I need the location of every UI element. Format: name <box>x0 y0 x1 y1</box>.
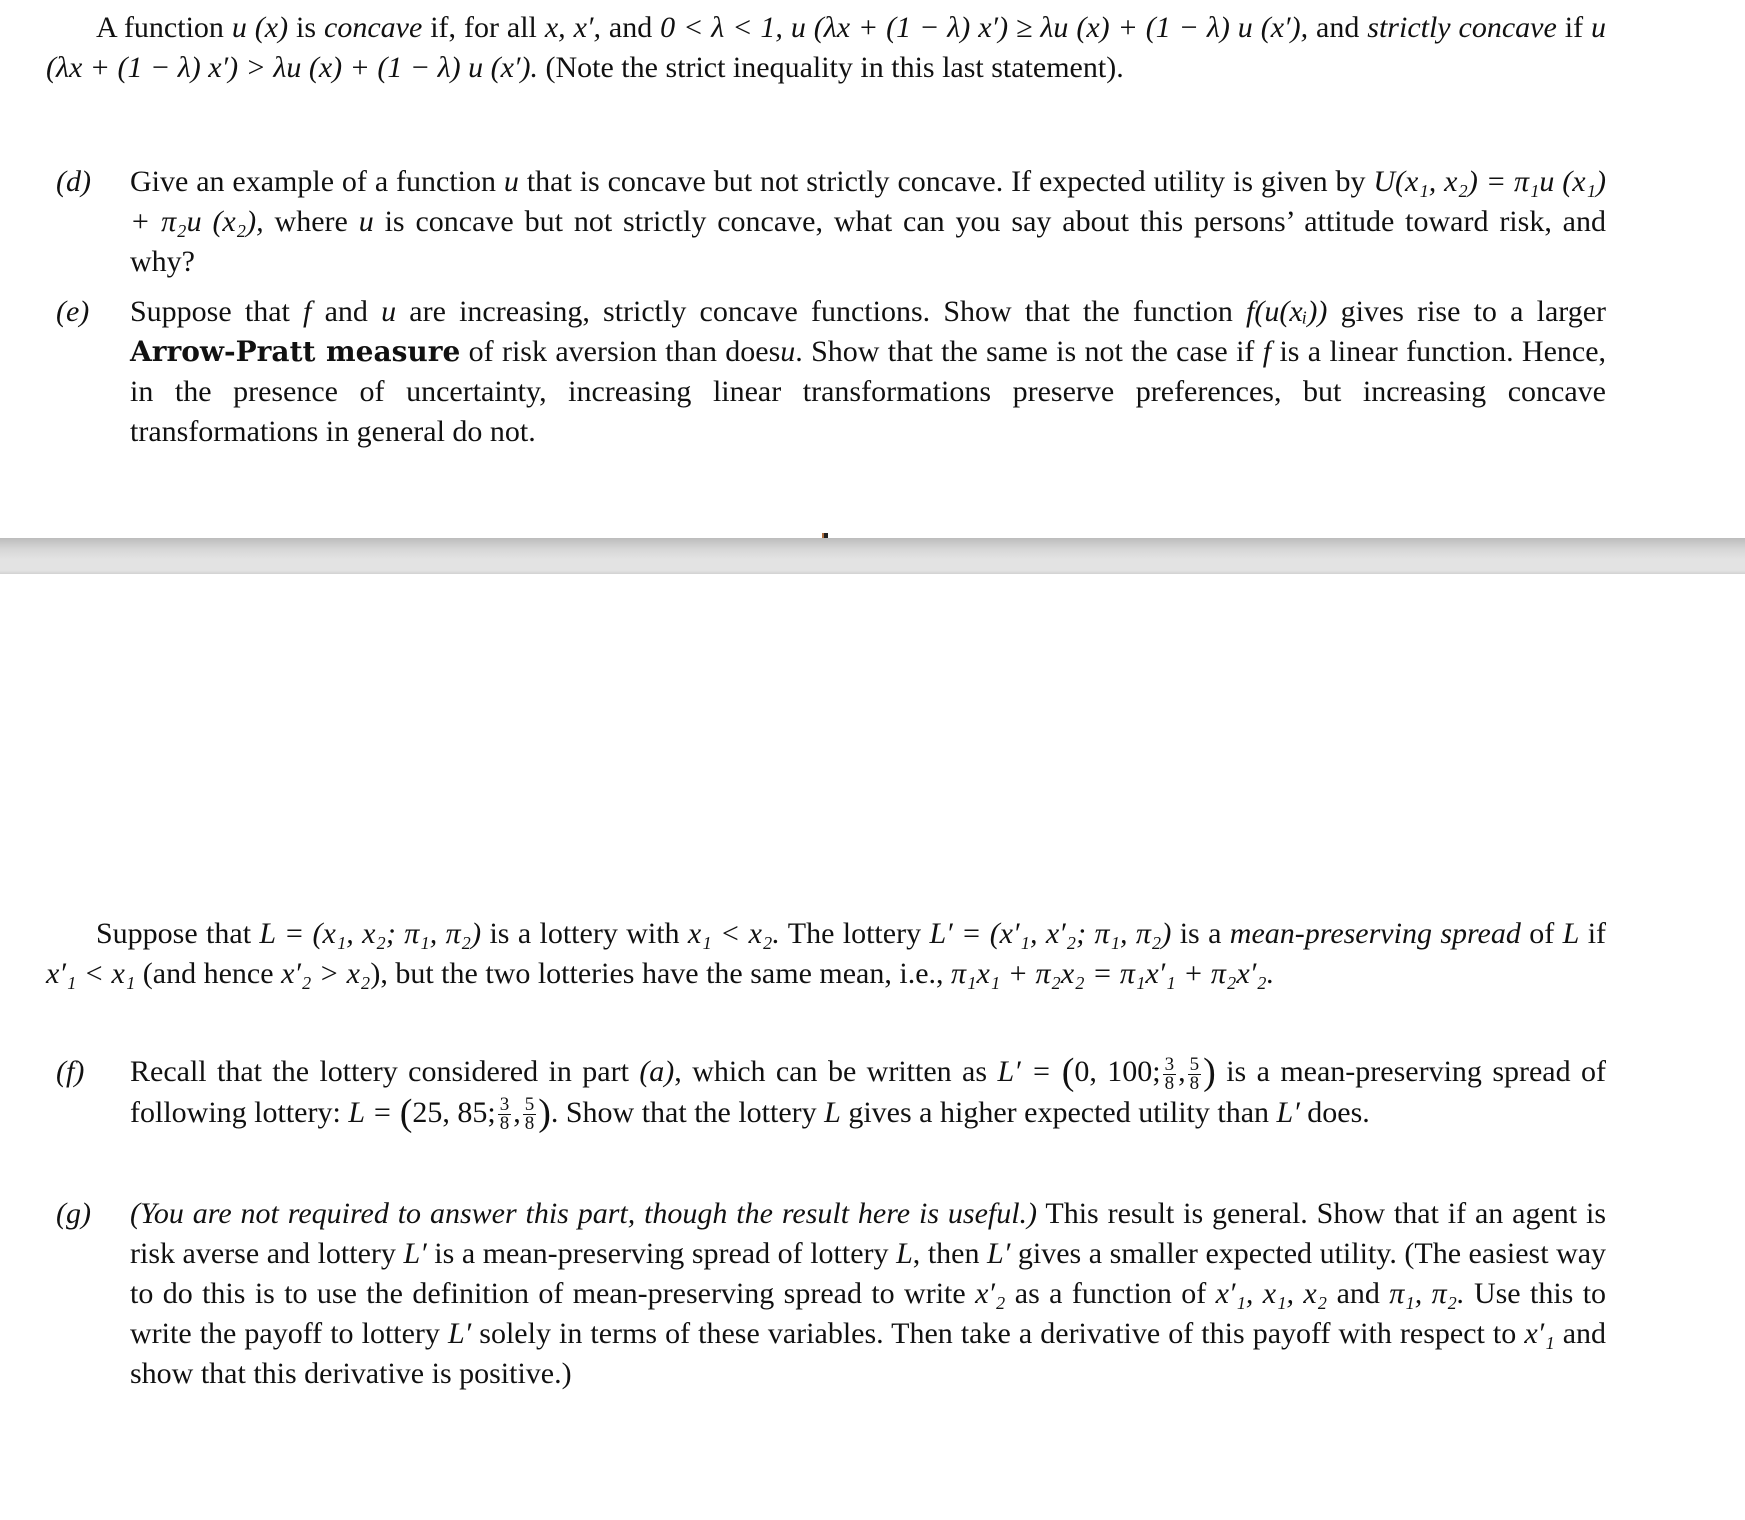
item-label: (e) <box>56 295 90 328</box>
text: are increasing, strictly concave functio… <box>409 295 1233 328</box>
math-inline: u <box>503 165 519 198</box>
math-inline: L <box>824 1095 841 1129</box>
math-inline: L′ <box>987 1237 1011 1270</box>
page-divider <box>0 538 1745 574</box>
text: and <box>324 295 368 328</box>
text: and <box>608 11 653 44</box>
text: is <box>296 11 317 44</box>
text: ), but the two lotteries have the same m… <box>370 957 944 990</box>
math-equal-means: π₁x₁ + π₂x₂ = π₁x′₁ + π₂x′₂. <box>951 957 1275 990</box>
math-inequality-weak: u (λx + (1 − λ) x′) ≥ λu (x) + (1 − λ) u… <box>790 11 1309 44</box>
math-inline: x, x′, <box>544 11 601 44</box>
text: , which can be written as <box>674 1055 988 1088</box>
text: 0, 100; <box>1074 1055 1161 1088</box>
text: does. <box>1307 1095 1370 1129</box>
math-inline: π₁, π₂. <box>1389 1277 1465 1310</box>
math-inline: x′₁ < x₁ <box>46 957 136 990</box>
text: solely in terms of these variables. Then… <box>479 1317 1517 1350</box>
text: Give an example of a function <box>130 165 497 198</box>
math-inline: x₁ < x₂. <box>687 917 780 950</box>
fraction: 58 <box>1187 1053 1202 1094</box>
text: is a lottery with <box>489 917 680 950</box>
fraction-numerator: 5 <box>1187 1053 1202 1075</box>
optional-note: (You are not required to answer this par… <box>130 1197 1038 1230</box>
question-item-f: (f) Recall that the lottery considered i… <box>56 1052 1606 1133</box>
text: of <box>1529 917 1555 950</box>
term-mean-preserving-spread: mean-preserving spread <box>1229 917 1521 950</box>
math-inline: L′ = <box>997 1055 1052 1088</box>
concavity-definition-paragraph: A function u (x) is concave if, for all … <box>46 8 1606 88</box>
math-inline: u (x) <box>231 11 289 44</box>
math-inline: L′ <box>447 1317 472 1350</box>
text: gives rise to a larger <box>1340 295 1607 328</box>
fraction-denominator: 8 <box>1189 1072 1200 1094</box>
math-lottery-L-prime-values: (0, 100; 3 8, 5 8) <box>1061 1051 1216 1094</box>
math-inline: f <box>303 295 312 328</box>
math-inline: L = <box>348 1095 393 1129</box>
text: is a <box>1179 917 1222 950</box>
text: if <box>1587 917 1607 950</box>
math-inline: x′₂ <box>975 1277 1006 1310</box>
text: and <box>1336 1277 1380 1310</box>
fraction: 38 <box>1162 1053 1177 1094</box>
text: A function <box>96 11 224 44</box>
text: as a function of <box>1014 1277 1207 1310</box>
item-label: (d) <box>56 165 91 198</box>
document-page-top: A function u (x) is concave if, for all … <box>0 0 1745 538</box>
text: , then <box>912 1237 980 1270</box>
fraction: 58 <box>522 1095 537 1135</box>
math-inline: L′ <box>403 1237 427 1270</box>
text: . Show that the lottery <box>550 1095 817 1129</box>
text: The lottery <box>787 917 922 950</box>
term-arrow-pratt: Arrow-Pratt measure <box>130 335 461 368</box>
math-inline: x′₂ > x₂ <box>281 957 371 990</box>
fraction-denominator: 8 <box>1164 1072 1175 1094</box>
text: that is concave but not strictly concave… <box>526 165 1366 198</box>
text: is a mean-preserving spread of lottery <box>434 1237 889 1270</box>
math-inline: (a) <box>639 1055 675 1088</box>
math-inline: 0 < λ < 1, <box>660 11 783 44</box>
item-label: (f) <box>56 1055 85 1088</box>
text: Suppose that <box>96 917 252 950</box>
math-lottery-L-prime: L′ = (x′₁, x′₂; π₁, π₂) <box>929 917 1172 950</box>
text: (Note the strict inequality in this last… <box>545 51 1124 84</box>
math-inline: u <box>358 205 374 238</box>
math-lottery-L-values: (25, 85; 3 8, 5 8) <box>399 1091 551 1135</box>
math-inline: x′₁, x₁, x₂ <box>1215 1277 1328 1310</box>
question-item-g: (g) (You are not required to answer this… <box>56 1194 1606 1394</box>
fraction-denominator: 8 <box>499 1113 510 1135</box>
text: of risk aversion than does <box>468 335 781 368</box>
fraction-numerator: 3 <box>1162 1053 1177 1075</box>
mean-preserving-spread-paragraph: Suppose that L = (x₁, x₂; π₁, π₂) is a l… <box>46 914 1606 994</box>
term-concave: concave <box>324 11 423 44</box>
text: and <box>1316 11 1360 44</box>
text: if <box>1564 11 1584 44</box>
math-inline: f <box>1262 335 1272 368</box>
text: if, for all <box>430 11 537 44</box>
math-inline: L <box>896 1237 913 1270</box>
text: where <box>274 205 348 238</box>
text: is concave but not strictly concave, wha… <box>130 205 1606 278</box>
math-inline: x′₁ <box>1524 1317 1555 1350</box>
text: Recall that the lottery considered in pa… <box>130 1055 629 1088</box>
item-label: (g) <box>56 1197 91 1230</box>
text: gives a higher expected utility than <box>848 1095 1270 1129</box>
term-strictly-concave: strictly concave <box>1367 11 1557 44</box>
math-inline: u <box>780 335 796 368</box>
math-inline: L <box>1562 917 1580 950</box>
text: (and hence <box>142 957 274 990</box>
math-lottery-L: L = (x₁, x₂; π₁, π₂) <box>259 917 482 950</box>
fraction-denominator: 8 <box>524 1113 535 1135</box>
text: Suppose that <box>130 295 290 328</box>
question-item-d: (d) Give an example of a function u that… <box>56 162 1606 282</box>
math-inline: f(u(xᵢ)) <box>1246 295 1328 328</box>
mouse-cursor-icon <box>822 533 828 538</box>
fraction: 38 <box>497 1095 512 1135</box>
text: 25, 85; <box>412 1095 496 1129</box>
text: . Show that the same is not the case if <box>795 335 1255 368</box>
document-page-bottom: Suppose that L = (x₁, x₂; π₁, π₂) is a l… <box>0 574 1745 1520</box>
math-inline: L′ <box>1276 1095 1300 1129</box>
math-inline: u <box>381 295 397 328</box>
question-item-e: (e) Suppose that f and u are increasing,… <box>56 292 1606 452</box>
